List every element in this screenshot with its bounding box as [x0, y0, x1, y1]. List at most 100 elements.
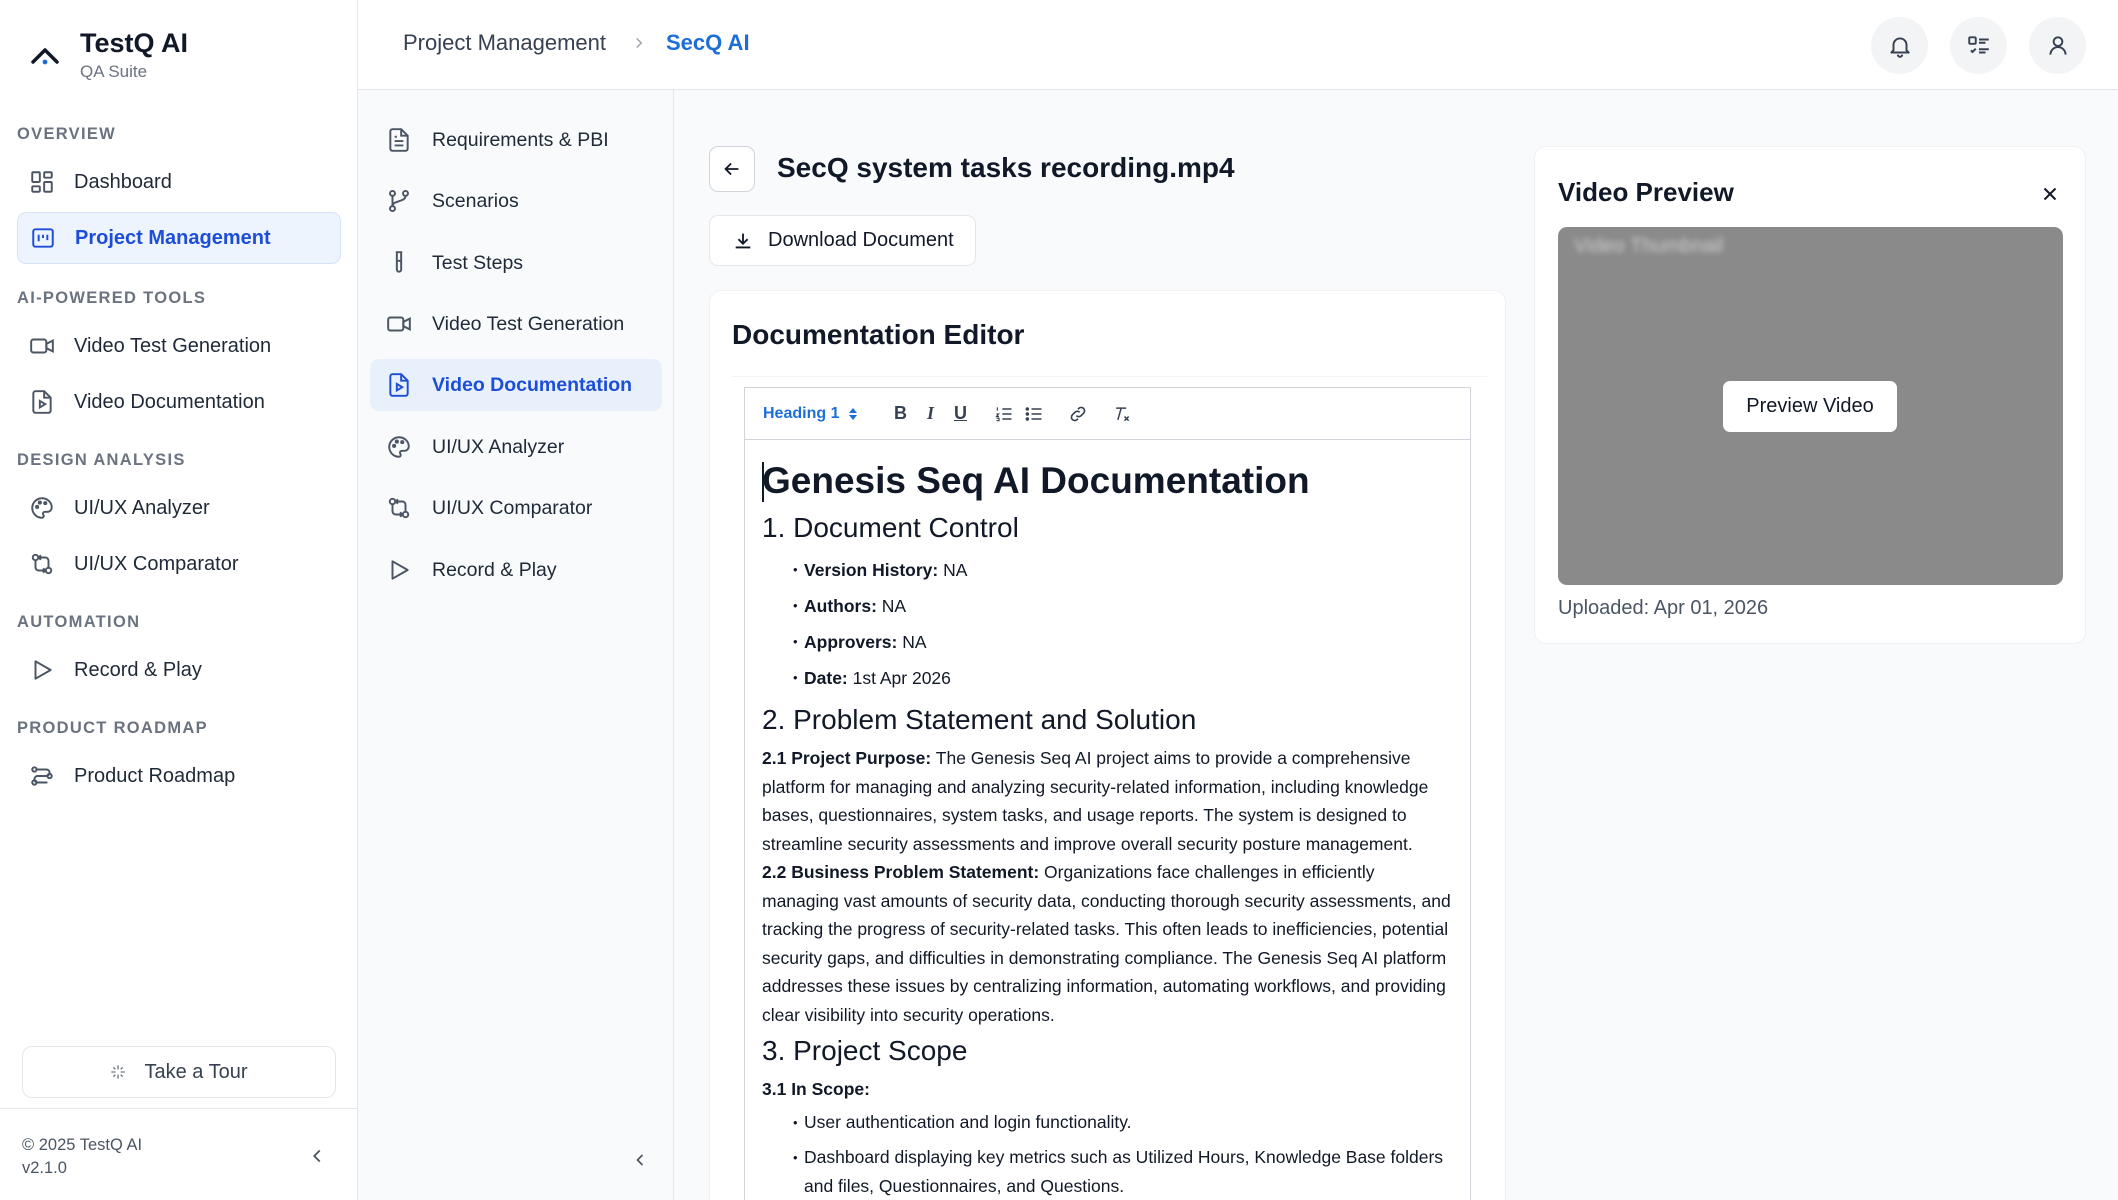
doc-heading-section-1: 1. Document Control: [762, 512, 1019, 543]
sidebar-item-label: Video Documentation: [74, 390, 265, 413]
sparkle-icon: [111, 1065, 126, 1079]
project-subnav: Requirements & PBI Scenarios Test Steps …: [358, 90, 674, 1200]
logo-icon: [31, 48, 59, 65]
subnav-item-test-steps[interactable]: Test Steps: [370, 237, 662, 289]
user-icon: [2048, 35, 2067, 55]
sidebar-item-label: Product Roadmap: [74, 764, 236, 787]
sidebar-item-uiux-analyzer[interactable]: UI/UX Analyzer: [17, 482, 341, 534]
subnav-item-scenarios[interactable]: Scenarios: [370, 175, 662, 227]
doc-heading-main: Genesis Seq AI Documentation: [762, 460, 1310, 501]
ordered-list-button[interactable]: [989, 399, 1019, 429]
sidebar-item-label: Record & Play: [74, 658, 202, 681]
paragraph-text: Organizations face challenges in efficie…: [762, 862, 1451, 1025]
underline-button[interactable]: U: [945, 399, 975, 429]
upload-date: Uploaded: Apr 01, 2026: [1558, 597, 1769, 619]
sidebar-item-dashboard[interactable]: Dashboard: [17, 156, 341, 208]
sidebar-item-label: Video Test Generation: [74, 334, 272, 357]
collapse-sidebar-icon[interactable]: [306, 1145, 328, 1167]
video-doc-icon: [32, 390, 52, 414]
breadcrumb-current-project[interactable]: SecQ AI: [666, 30, 750, 56]
sidebar-item-product-roadmap[interactable]: Product Roadmap: [17, 750, 341, 802]
copyright: © 2025 TestQ AI v2.1.0: [22, 1134, 142, 1180]
text-caret: [762, 462, 764, 502]
subnav-item-video-test-generation[interactable]: Video Test Generation: [370, 298, 662, 350]
subnav-item-video-documentation[interactable]: Video Documentation: [370, 359, 662, 411]
brand[interactable]: TestQ AI QA Suite: [28, 26, 188, 82]
sidebar-item-label: Project Management: [75, 226, 271, 249]
subnav-item-label: Record & Play: [432, 558, 557, 581]
notifications-button[interactable]: [1871, 17, 1928, 74]
block-format-select[interactable]: Heading 1: [763, 405, 859, 423]
rich-text-editor[interactable]: Heading 1 B I U Genesis Seq AI Documenta…: [744, 387, 1471, 1200]
checklist-icon: [1967, 35, 1989, 53]
bold-button[interactable]: B: [885, 399, 915, 429]
breadcrumb-project-management[interactable]: Project Management: [403, 30, 606, 56]
brand-name: TestQ AI: [80, 28, 189, 58]
preview-video-button[interactable]: Preview Video: [1723, 381, 1897, 432]
sidebar: TestQ AI QA Suite OVERVIEW Dashboard Pro…: [0, 0, 358, 1200]
link-button[interactable]: [1063, 399, 1093, 429]
sidebar-item-project-management[interactable]: Project Management: [17, 212, 341, 264]
select-arrows-icon: [849, 407, 858, 420]
video-icon: [30, 338, 54, 354]
doc-heading-section-2: 2. Problem Statement and Solution: [762, 704, 1197, 735]
top-header: Project Management SecQ AI: [358, 0, 2118, 90]
sidebar-item-label: UI/UX Comparator: [74, 552, 239, 575]
close-icon[interactable]: [2039, 183, 2061, 205]
subnav-item-record-play[interactable]: Record & Play: [370, 544, 662, 596]
editor-content[interactable]: Genesis Seq AI Documentation 1. Document…: [745, 440, 1470, 1200]
in-scope-label: 3.1 In Scope:: [762, 1079, 870, 1099]
list-item-value: 1st Apr 2026: [847, 668, 951, 688]
user-profile-button[interactable]: [2029, 17, 2086, 74]
block-format-value: Heading 1: [763, 404, 840, 422]
palette-icon: [388, 436, 410, 458]
section-automation: AUTOMATION: [17, 613, 141, 631]
play-icon: [391, 560, 409, 580]
subnav-item-label: Video Test Generation: [432, 312, 625, 335]
subnav-item-uiux-comparator[interactable]: UI/UX Comparator: [370, 482, 662, 534]
document-icon: [389, 128, 409, 152]
list-item: Date: 1st Apr 2026: [793, 660, 1452, 696]
collapse-subnav-icon[interactable]: [630, 1150, 650, 1170]
sidebar-item-label: UI/UX Analyzer: [74, 496, 210, 519]
clear-format-button[interactable]: [1107, 399, 1137, 429]
subnav-item-label: UI/UX Analyzer: [432, 435, 565, 458]
version-text: v2.1.0: [22, 1159, 67, 1177]
subnav-item-label: UI/UX Comparator: [432, 496, 593, 519]
section-ai-tools: AI-POWERED TOOLS: [17, 289, 207, 307]
list-item-value: NA: [938, 560, 968, 580]
list-item-value: NA: [897, 632, 927, 652]
list-item: User authentication and login functional…: [793, 1108, 1452, 1137]
back-button[interactable]: [709, 146, 755, 192]
palette-icon: [31, 497, 53, 519]
play-icon: [34, 660, 52, 680]
sidebar-item-uiux-comparator[interactable]: UI/UX Comparator: [17, 538, 341, 590]
subnav-item-label: Scenarios: [432, 189, 519, 212]
list-item: Dashboard displaying key metrics such as…: [793, 1143, 1452, 1200]
take-a-tour-label: Take a Tour: [144, 1060, 248, 1083]
subnav-item-uiux-analyzer[interactable]: UI/UX Analyzer: [370, 421, 662, 473]
clear-format-icon: [1116, 406, 1130, 421]
download-document-button[interactable]: Download Document: [709, 215, 976, 266]
sidebar-item-video-test-generation[interactable]: Video Test Generation: [17, 320, 341, 372]
video-thumbnail[interactable]: Video Thumbnail Preview Video: [1558, 227, 2063, 585]
tasks-button[interactable]: [1950, 17, 2007, 74]
editor-toolbar: Heading 1 B I U: [745, 388, 1470, 440]
chevron-right-icon: [636, 37, 643, 49]
document-control-list: Version History: NA Authors: NA Approver…: [762, 552, 1452, 696]
roadmap-icon: [31, 766, 53, 786]
arrow-left-icon: [724, 162, 739, 176]
branch-icon: [389, 189, 409, 213]
link-icon: [1071, 406, 1086, 421]
bullet-list-button[interactable]: [1019, 399, 1049, 429]
take-a-tour-button[interactable]: Take a Tour: [22, 1046, 336, 1098]
subnav-item-requirements[interactable]: Requirements & PBI: [370, 114, 662, 166]
video-icon: [387, 316, 411, 332]
sidebar-item-record-play[interactable]: Record & Play: [17, 644, 341, 696]
italic-button[interactable]: I: [915, 399, 945, 429]
brand-subtitle: QA Suite: [80, 62, 148, 81]
sidebar-item-video-documentation[interactable]: Video Documentation: [17, 376, 341, 428]
subnav-item-label: Test Steps: [432, 251, 524, 274]
test-tube-icon: [395, 251, 403, 273]
section-design-analysis: DESIGN ANALYSIS: [17, 451, 186, 469]
